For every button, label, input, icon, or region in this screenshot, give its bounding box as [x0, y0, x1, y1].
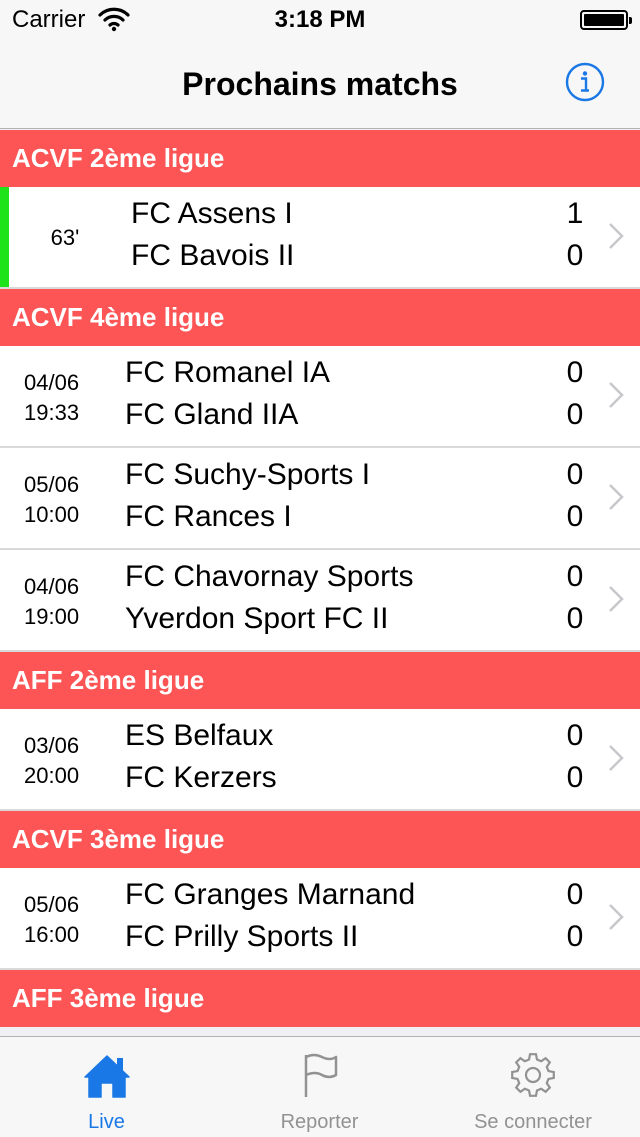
home-score: 0	[566, 458, 584, 491]
match-datetime: 04/06 19:33	[24, 368, 79, 428]
chevron-right-icon	[609, 586, 624, 612]
away-score: 0	[566, 761, 584, 794]
match-datetime: 05/06 10:00	[24, 470, 79, 530]
match-time: 19:33	[24, 400, 80, 425]
page-title: Prochains matchs	[182, 66, 458, 102]
home-team: FC Chavornay Sports	[125, 560, 414, 593]
match-time: 19:00	[24, 604, 80, 629]
away-score: 0	[566, 920, 584, 953]
match-row[interactable]: 63' FC Assens I FC Bavois II 1 0	[0, 187, 640, 289]
home-score: 0	[566, 560, 584, 593]
chevron-right-icon	[609, 382, 624, 408]
home-team: FC Assens I	[131, 197, 293, 230]
match-row[interactable]: 04/06 19:00 FC Chavornay Sports Yverdon Spo…	[0, 550, 640, 652]
match-minute: 63'	[50, 225, 80, 250]
section-header: AFF 2ème ligue	[0, 652, 640, 709]
home-team: FC Romanel IA	[125, 356, 331, 389]
chevron-right-icon	[609, 223, 624, 249]
tab-live-label: Live	[88, 1111, 125, 1133]
match-row[interactable]: 03/06 20:00 ES Belfaux FC Kerzers 0 0	[0, 709, 640, 811]
away-score: 0	[566, 602, 584, 635]
navigation-bar: Prochains matchs	[0, 40, 640, 129]
info-icon[interactable]	[565, 62, 605, 102]
home-icon	[83, 1055, 130, 1098]
home-team: FC Granges Marnand	[125, 878, 416, 911]
home-score: 0	[566, 878, 584, 911]
battery-icon	[580, 10, 632, 30]
chevron-right-icon	[609, 484, 624, 510]
section-header: ACVF 2ème ligue	[0, 130, 640, 187]
home-score: 1	[566, 197, 584, 230]
away-team: Yverdon Sport FC II	[125, 602, 389, 635]
tab-bar: Live Reporter Se connecter	[0, 1036, 640, 1137]
away-score: 0	[566, 398, 584, 431]
match-list[interactable]: ACVF 2ème ligue 63' FC Assens I FC Bavois I…	[0, 130, 640, 1036]
tab-live[interactable]: Live	[0, 1037, 213, 1137]
home-team: FC Suchy-Sports I	[125, 458, 371, 491]
match-date: 04/06	[24, 370, 80, 395]
status-bar: Carrier 3:18 PM	[0, 0, 640, 40]
match-time: 20:00	[24, 763, 80, 788]
match-datetime: 03/06 20:00	[24, 731, 79, 791]
home-team: ES Belfaux	[125, 719, 274, 752]
tab-se-connecter[interactable]: Se connecter	[426, 1037, 640, 1137]
away-team: FC Kerzers	[125, 761, 277, 794]
match-date: 05/06	[24, 892, 80, 917]
match-row[interactable]: 05/06 10:00 FC Suchy-Sports I FC Rances I 0 0	[0, 448, 640, 550]
section-header: ACVF 4ème ligue	[0, 289, 640, 346]
away-team: FC Gland IIA	[125, 398, 299, 431]
match-datetime: 05/06 16:00	[24, 890, 79, 950]
away-team: FC Bavois II	[131, 239, 295, 272]
away-score: 0	[566, 500, 584, 533]
match-date: 04/06	[24, 574, 80, 599]
section-header: ACVF 3ème ligue	[0, 811, 640, 868]
match-row[interactable]: 04/06 19:33 FC Romanel IA FC Gland IIA 0 0	[0, 346, 640, 448]
match-row[interactable]: 05/06 16:00 FC Granges Marnand FC Prilly Sp…	[0, 868, 640, 970]
away-team: FC Rances I	[125, 500, 292, 533]
home-score: 0	[566, 356, 584, 389]
chevron-right-icon	[609, 745, 624, 771]
match-datetime: 04/06 19:00	[24, 572, 79, 632]
match-time: 10:00	[24, 502, 80, 527]
match-date: 05/06	[24, 472, 80, 497]
tab-se-connecter-label: Se connecter	[474, 1111, 592, 1133]
section-header: AFF 3ème ligue	[0, 970, 640, 1027]
away-team: FC Prilly Sports II	[125, 920, 359, 953]
gear-icon	[511, 1053, 555, 1097]
home-score: 0	[566, 719, 584, 752]
tab-reporter-label: Reporter	[280, 1111, 359, 1133]
tab-reporter[interactable]: Reporter	[213, 1037, 426, 1137]
match-date: 03/06	[24, 733, 80, 758]
away-score: 0	[566, 239, 584, 272]
chevron-right-icon	[609, 904, 624, 930]
flag-icon	[304, 1053, 337, 1097]
match-time: 16:00	[24, 922, 80, 947]
status-time: 3:18 PM	[274, 6, 366, 33]
